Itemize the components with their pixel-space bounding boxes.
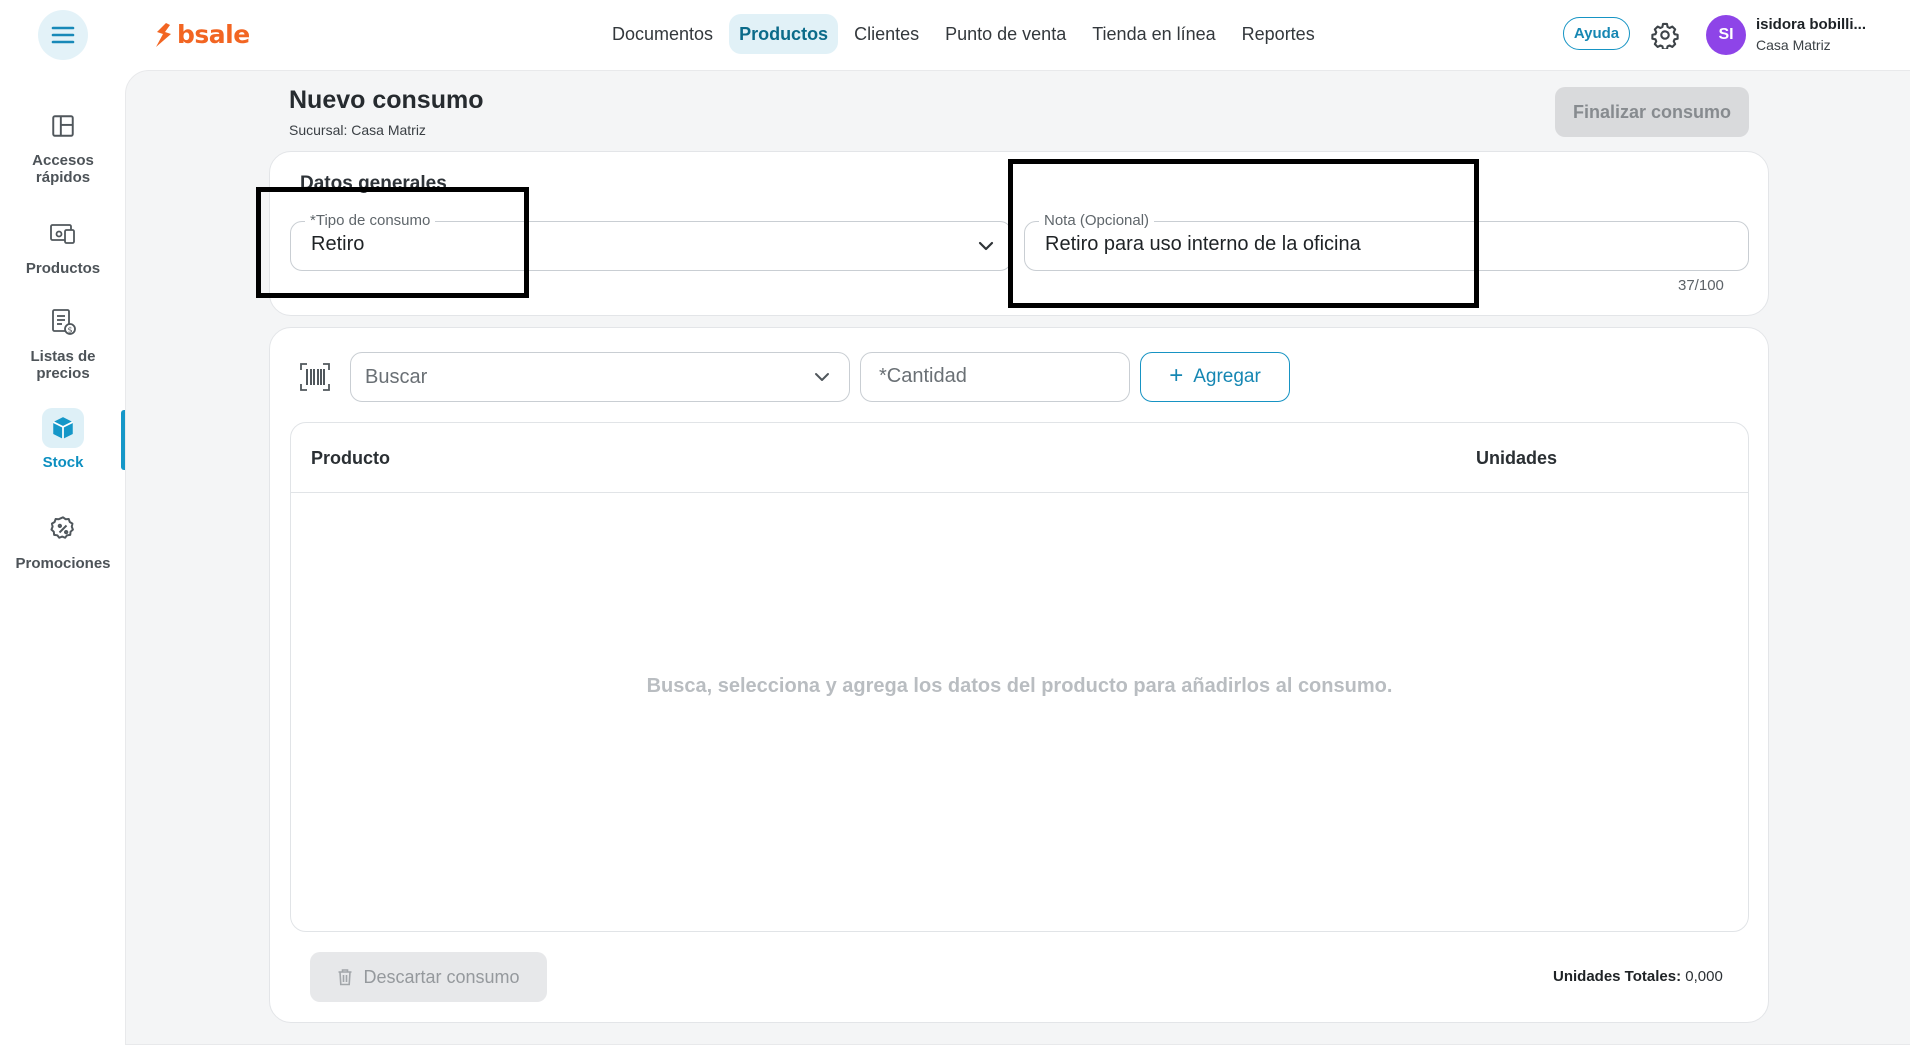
nav-reportes[interactable]: Reportes bbox=[1232, 14, 1325, 54]
note-char-count: 37/100 bbox=[1678, 277, 1724, 294]
sidebar-item-listas-de-precios[interactable]: $ Listas de precios bbox=[0, 302, 126, 382]
sidebar-item-label: Productos bbox=[25, 260, 101, 277]
discard-consumption-button[interactable]: Descartar consumo bbox=[310, 952, 547, 1002]
barcode-scan-button[interactable] bbox=[299, 362, 331, 392]
total-units: Unidades Totales: 0,000 bbox=[1553, 968, 1723, 985]
discard-label: Descartar consumo bbox=[363, 966, 520, 987]
note-label: Nota (Opcional) bbox=[1039, 212, 1155, 229]
settings-button[interactable] bbox=[1651, 21, 1679, 49]
gear-icon bbox=[1651, 21, 1679, 49]
page-title: Nuevo consumo bbox=[289, 86, 484, 114]
barcode-icon bbox=[299, 362, 331, 392]
sidebar-item-label: Stock bbox=[42, 454, 84, 471]
consumption-type-label: *Tipo de consumo bbox=[305, 212, 436, 229]
product-search-placeholder: Buscar bbox=[365, 366, 428, 388]
sidebar-item-label: Listas de precios bbox=[30, 348, 96, 382]
box-icon bbox=[42, 408, 84, 448]
devices-icon bbox=[42, 214, 84, 254]
brand-logo[interactable]: bsale bbox=[154, 20, 250, 49]
consumption-type-select[interactable]: *Tipo de consumo Retiro bbox=[290, 212, 1012, 271]
discount-badge-icon bbox=[42, 509, 84, 549]
sidebar-item-accesos-rapidos[interactable]: Accesos rápidos bbox=[0, 106, 126, 186]
finish-consumption-button[interactable]: Finalizar consumo bbox=[1555, 87, 1749, 137]
avatar[interactable]: SI bbox=[1706, 15, 1746, 55]
brand-name: bsale bbox=[177, 20, 250, 49]
user-name[interactable]: isidora bobilli... bbox=[1756, 16, 1866, 33]
nav-documentos[interactable]: Documentos bbox=[602, 14, 723, 54]
empty-state-message: Busca, selecciona y agrega los datos del… bbox=[646, 675, 1393, 697]
total-units-label: Unidades Totales: bbox=[1553, 968, 1682, 985]
nav-punto-de-venta[interactable]: Punto de venta bbox=[935, 14, 1076, 54]
chevron-down-icon bbox=[977, 237, 995, 255]
total-units-value: 0,000 bbox=[1685, 968, 1723, 985]
table-header: Producto Unidades bbox=[291, 423, 1748, 493]
add-product-button[interactable]: + Agregar bbox=[1140, 352, 1290, 402]
hamburger-menu-icon bbox=[51, 25, 75, 45]
note-field[interactable]: Nota (Opcional) Retiro para uso interno … bbox=[1024, 212, 1749, 271]
column-header-units: Unidades bbox=[1476, 448, 1558, 468]
product-search-select[interactable]: Buscar bbox=[350, 352, 850, 402]
nav-tienda-en-linea[interactable]: Tienda en línea bbox=[1082, 14, 1225, 54]
price-list-icon: $ bbox=[42, 302, 84, 342]
nav-clientes[interactable]: Clientes bbox=[844, 14, 929, 54]
chevron-down-icon bbox=[813, 368, 831, 386]
consumption-type-value: Retiro bbox=[311, 233, 365, 255]
sidebar-item-label: Promociones bbox=[15, 555, 111, 572]
trash-icon bbox=[337, 968, 353, 986]
help-button[interactable]: Ayuda bbox=[1563, 17, 1630, 50]
nav-productos[interactable]: Productos bbox=[729, 14, 839, 54]
sidebar-item-label: Accesos rápidos bbox=[32, 152, 94, 186]
quantity-placeholder: *Cantidad bbox=[879, 365, 967, 387]
add-product-label: Agregar bbox=[1193, 366, 1261, 387]
page-subtitle: Sucursal: Casa Matriz bbox=[289, 122, 426, 138]
quantity-input[interactable]: *Cantidad bbox=[860, 352, 1130, 402]
sidebar-item-stock[interactable]: Stock bbox=[0, 408, 126, 471]
sidebar-item-promociones[interactable]: Promociones bbox=[0, 509, 126, 572]
layout-grid-icon bbox=[42, 106, 84, 146]
sidebar-item-productos[interactable]: Productos bbox=[0, 214, 126, 277]
plus-icon: + bbox=[1169, 362, 1184, 389]
note-value: Retiro para uso interno de la oficina bbox=[1045, 233, 1361, 255]
user-branch: Casa Matriz bbox=[1756, 37, 1831, 53]
section-title-general: Datos generales bbox=[300, 173, 447, 194]
products-table: Producto Unidades Busca, selecciona y ag… bbox=[290, 422, 1749, 932]
svg-text:$: $ bbox=[67, 326, 72, 335]
bsale-logo-icon bbox=[154, 22, 174, 48]
top-navigation: Documentos Productos Clientes Punto de v… bbox=[602, 14, 1325, 54]
main-menu-button[interactable] bbox=[38, 10, 88, 60]
column-header-product: Producto bbox=[311, 448, 390, 468]
